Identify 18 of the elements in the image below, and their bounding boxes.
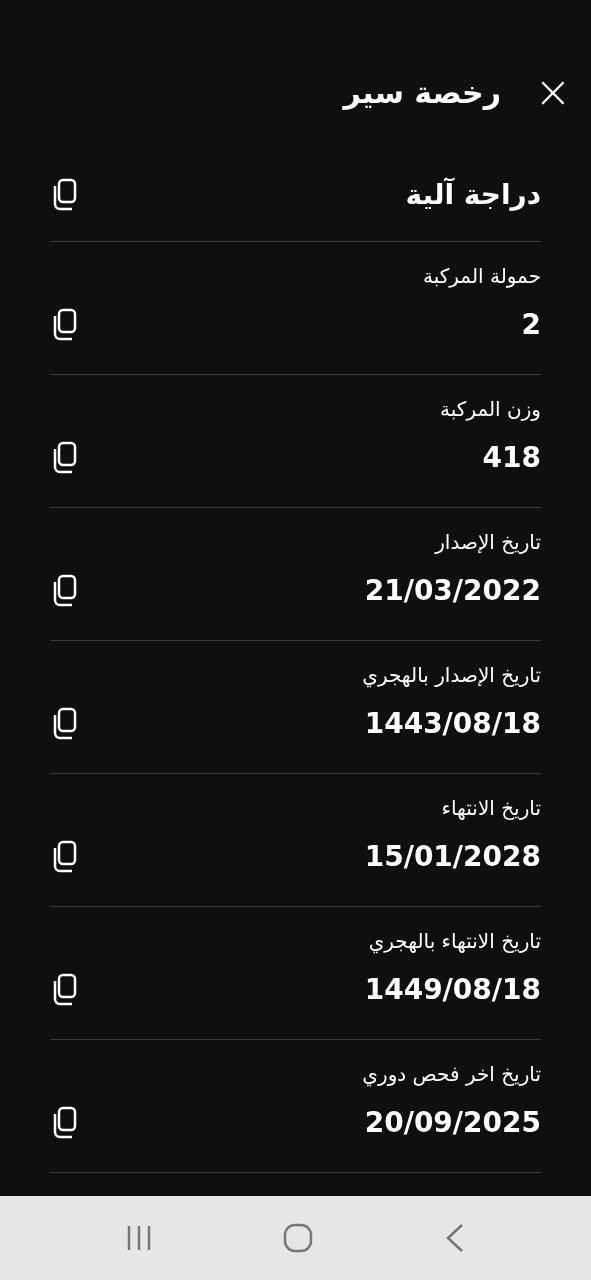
close-button[interactable]: × xyxy=(537,76,569,108)
field-label: تاريخ الإصدار بالهجري xyxy=(361,662,541,690)
field-label: تاريخ الانتهاء xyxy=(440,795,541,822)
window-title: رخصة سير xyxy=(343,73,501,112)
field-label: تاريخ الإصدار xyxy=(433,529,541,556)
field-value: 20/09/2025 xyxy=(364,1105,541,1141)
field-label: وزن المركبة xyxy=(439,396,541,423)
field-value: 1449/08/18 xyxy=(364,972,541,1008)
field-value: 418 xyxy=(482,440,541,476)
field-value: 21/03/2022 xyxy=(364,573,541,609)
field-label: تاريخ اخر فحص دوري xyxy=(361,1061,541,1089)
field-value: 2 xyxy=(521,307,541,343)
home-icon[interactable] xyxy=(283,1223,314,1253)
field-value: دراجة آلية xyxy=(405,176,541,213)
field-label: تاريخ الانتهاء بالهجري xyxy=(367,928,541,956)
field-value: 15/01/2028 xyxy=(364,839,541,875)
field-value: 1443/08/18 xyxy=(364,706,541,742)
field-label: حمولة المركبة xyxy=(422,263,541,290)
